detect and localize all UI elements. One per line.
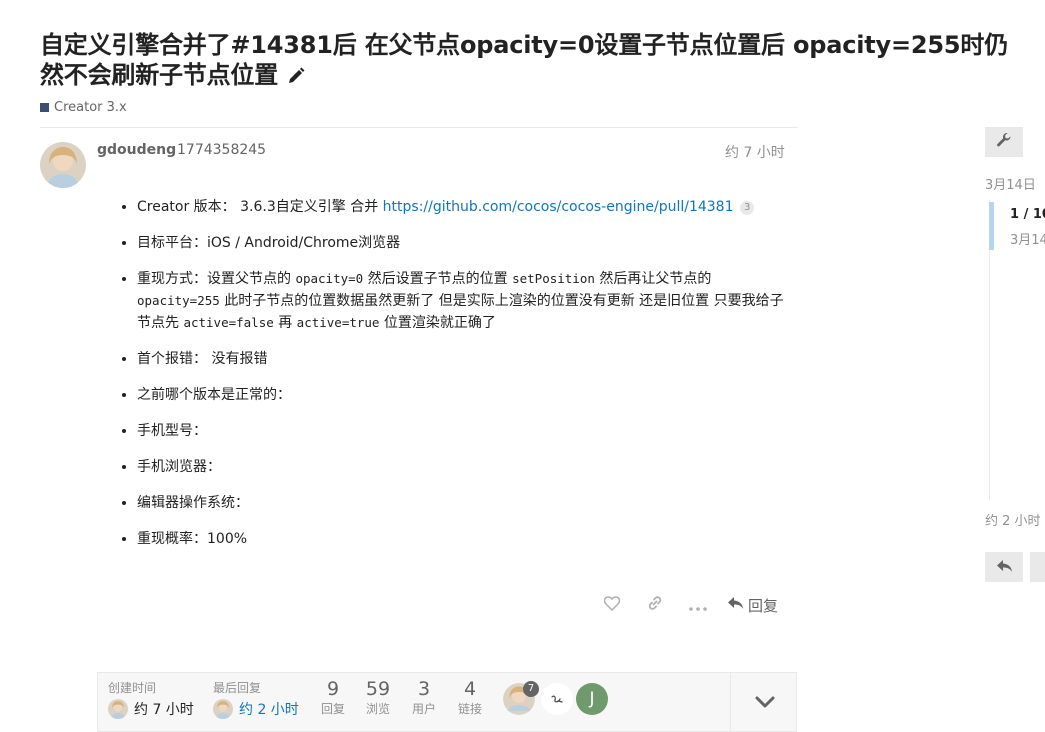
created-label: 创建时间 bbox=[108, 681, 157, 695]
stat-label: 链接 bbox=[457, 702, 482, 716]
timeline-start-date[interactable]: 3月14日 bbox=[985, 174, 1036, 193]
timeline-end-date[interactable]: 约 2 小时 bbox=[985, 510, 1041, 529]
item-text: 位置渲染就正确了 bbox=[379, 315, 496, 331]
stat-label: 用户 bbox=[411, 702, 436, 716]
topic-title: 自定义引擎合并了#14381后 在父节点opacity=0设置子节点位置后 op… bbox=[40, 30, 1030, 93]
created-value-row: 约 7 小时 bbox=[108, 699, 194, 719]
inline-code: opacity=0 bbox=[295, 271, 364, 286]
pull-request-link[interactable]: https://github.com/cocos/cocos-engine/pu… bbox=[383, 199, 734, 215]
participant-avatar[interactable]: 7 bbox=[503, 681, 539, 717]
stat-number: 4 bbox=[463, 678, 477, 700]
share-link-button[interactable] bbox=[633, 592, 676, 618]
admin-wrench-button[interactable] bbox=[985, 127, 1023, 157]
stat-number: 9 bbox=[326, 678, 340, 700]
timeline-scroll-handle[interactable] bbox=[989, 202, 994, 250]
post-item-list: Creator 版本： 3.6.3自定义引擎 合并 https://github… bbox=[97, 196, 797, 550]
list-item: 编辑器操作系统： bbox=[137, 492, 797, 514]
expand-topic-map-button[interactable] bbox=[730, 672, 798, 732]
post-time[interactable]: 约 7 小时 bbox=[725, 142, 785, 162]
item-text: 重现方式：设置父节点的 bbox=[137, 271, 296, 287]
list-item: 重现概率：100% bbox=[137, 528, 797, 550]
stat-label: 浏览 bbox=[365, 702, 390, 716]
inline-code: active=true bbox=[296, 315, 380, 330]
stat-views: 59 浏览 bbox=[361, 678, 395, 717]
item-text: 然后再让父节点的 bbox=[594, 271, 712, 287]
heart-icon bbox=[603, 595, 620, 615]
stat-replies: 9 回复 bbox=[316, 678, 350, 717]
post-actions: 回复 bbox=[590, 592, 800, 618]
category-badge[interactable]: Creator 3.x bbox=[40, 100, 127, 115]
category-color-swatch bbox=[40, 103, 49, 112]
post-username[interactable]: gdoudeng bbox=[97, 142, 176, 158]
reply-icon bbox=[727, 596, 744, 614]
ellipsis-icon bbox=[688, 596, 707, 615]
stat-label: 回复 bbox=[320, 702, 345, 716]
participant-avatar[interactable]: J bbox=[576, 683, 608, 715]
last-reply-label: 最后回复 bbox=[213, 681, 262, 695]
more-options-button[interactable] bbox=[676, 592, 719, 618]
item-text: 3.6.3自定义引擎 合并 bbox=[235, 199, 383, 215]
list-item: 手机型号： bbox=[137, 420, 797, 442]
link-icon bbox=[647, 595, 663, 615]
participant-avatar[interactable] bbox=[541, 683, 573, 715]
last-reply-block[interactable]: 最后回复 约 2 小时 bbox=[213, 679, 299, 719]
reply-label: 回复 bbox=[748, 596, 779, 615]
reply-icon bbox=[996, 558, 1013, 577]
scribble-avatar-icon bbox=[551, 695, 563, 703]
list-item: 目标平台：iOS / Android/Chrome浏览器 bbox=[137, 232, 797, 254]
participant-post-count: 7 bbox=[523, 681, 539, 697]
stat-number: 59 bbox=[365, 678, 391, 700]
created-value: 约 7 小时 bbox=[134, 702, 194, 718]
post-user-id: 1774358245 bbox=[177, 142, 267, 158]
timeline-reply-button[interactable] bbox=[985, 552, 1023, 582]
like-button[interactable] bbox=[590, 592, 633, 618]
item-label: Creator 版本： bbox=[137, 199, 236, 215]
last-reply-value: 约 2 小时 bbox=[239, 702, 299, 718]
list-item: 手机浏览器： bbox=[137, 456, 797, 478]
post-body: Creator 版本： 3.6.3自定义引擎 合并 https://github… bbox=[97, 196, 797, 564]
pencil-icon[interactable] bbox=[286, 63, 306, 93]
timeline-position-date: 3月14日 bbox=[1010, 233, 1045, 248]
list-item: Creator 版本： 3.6.3自定义引擎 合并 https://github… bbox=[137, 196, 797, 218]
last-reply-value-row: 约 2 小时 bbox=[213, 699, 299, 719]
topic-title-text: 自定义引擎合并了#14381后 在父节点opacity=0设置子节点位置后 op… bbox=[40, 31, 1008, 89]
topic-map: 创建时间 约 7 小时 最后回复 约 2 小时 9 回复 59 浏览 3 用户 … bbox=[97, 672, 797, 732]
inline-code: opacity=255 bbox=[137, 293, 220, 308]
avatar bbox=[108, 699, 128, 719]
avatar[interactable] bbox=[40, 142, 86, 188]
inline-code: setPosition bbox=[512, 271, 595, 286]
link-click-count: 3 bbox=[739, 201, 755, 215]
stat-links: 4 链接 bbox=[453, 678, 487, 717]
created-block[interactable]: 创建时间 约 7 小时 bbox=[108, 679, 194, 719]
participant-initial: J bbox=[589, 689, 595, 709]
stat-users: 3 用户 bbox=[407, 678, 441, 717]
item-text: 然后设置子节点的位置 bbox=[363, 271, 513, 287]
timeline-more-button[interactable] bbox=[1030, 552, 1045, 582]
stat-number: 3 bbox=[417, 678, 431, 700]
item-text: 再 bbox=[273, 315, 297, 331]
category-label: Creator 3.x bbox=[54, 100, 127, 115]
inline-code: active=false bbox=[183, 315, 274, 330]
avatar bbox=[213, 699, 233, 719]
title-divider bbox=[40, 127, 798, 128]
list-item: 重现方式：设置父节点的 opacity=0 然后设置子节点的位置 setPosi… bbox=[137, 268, 797, 334]
timeline-position: 1 / 10 bbox=[1010, 207, 1045, 222]
list-item: 首个报错： 没有报错 bbox=[137, 348, 797, 370]
wrench-icon bbox=[996, 132, 1012, 152]
reply-button[interactable]: 回复 bbox=[723, 595, 778, 616]
list-item: 之前哪个版本是正常的： bbox=[137, 384, 797, 406]
chevron-down-icon bbox=[755, 693, 775, 712]
